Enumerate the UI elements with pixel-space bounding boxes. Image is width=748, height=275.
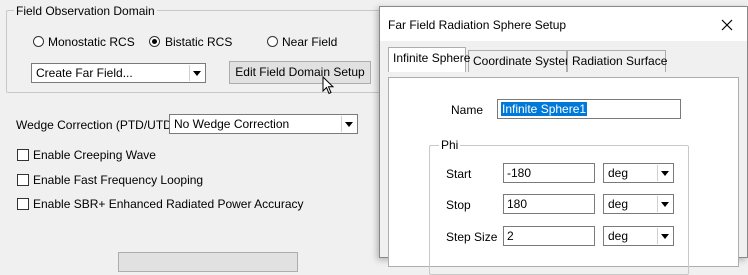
name-label: Name bbox=[451, 103, 484, 117]
dialog-titlebar[interactable]: Far Field Radiation Sphere Setup bbox=[380, 7, 747, 41]
close-icon[interactable] bbox=[721, 19, 733, 31]
fast-frequency-looping-checkbox[interactable] bbox=[17, 174, 29, 186]
stop-input[interactable]: 180 bbox=[503, 194, 595, 214]
step-unit-value: deg bbox=[608, 229, 629, 243]
step-size-label: Step Size bbox=[446, 230, 498, 244]
tab-infinite-sphere[interactable]: Infinite Sphere bbox=[388, 47, 470, 72]
wedge-correction-value: No Wedge Correction bbox=[174, 117, 290, 131]
phi-group-title: Phi bbox=[439, 138, 461, 152]
chevron-down-icon[interactable] bbox=[341, 116, 356, 132]
step-size-input[interactable]: 2 bbox=[503, 226, 595, 246]
create-far-field-combo[interactable]: Create Far Field... bbox=[31, 63, 206, 83]
wedge-correction-label: Wedge Correction (PTD/UTD): bbox=[16, 118, 180, 132]
monostatic-rcs-radio[interactable] bbox=[33, 36, 44, 47]
creeping-wave-label: Enable Creeping Wave bbox=[33, 148, 156, 162]
bottom-partial-button[interactable] bbox=[118, 252, 298, 272]
bistatic-rcs-radio[interactable] bbox=[149, 36, 160, 47]
start-unit-value: deg bbox=[608, 166, 629, 180]
chevron-down-icon[interactable] bbox=[657, 196, 672, 212]
dialog-title: Far Field Radiation Sphere Setup bbox=[388, 18, 567, 32]
start-label: Start bbox=[446, 167, 472, 181]
stop-label: Stop bbox=[446, 198, 471, 212]
create-far-field-value: Create Far Field... bbox=[36, 66, 133, 80]
chevron-down-icon[interactable] bbox=[657, 165, 672, 181]
step-unit-combo[interactable]: deg bbox=[603, 226, 674, 246]
edit-field-domain-setup-button[interactable]: Edit Field Domain Setup bbox=[229, 61, 371, 84]
wedge-correction-combo[interactable]: No Wedge Correction bbox=[169, 114, 358, 134]
stop-value: 180 bbox=[507, 197, 528, 211]
tab-coordinate-system[interactable]: Coordinate System bbox=[468, 50, 575, 72]
name-input[interactable]: Infinite Sphere1 bbox=[497, 99, 681, 119]
fast-frequency-looping-label: Enable Fast Frequency Looping bbox=[33, 173, 204, 187]
name-value: Infinite Sphere1 bbox=[501, 102, 588, 116]
chevron-down-icon[interactable] bbox=[189, 65, 204, 81]
tab-radiation-surface[interactable]: Radiation Surface bbox=[567, 50, 667, 72]
start-unit-combo[interactable]: deg bbox=[603, 163, 674, 183]
field-observation-domain-title: Field Observation Domain bbox=[14, 4, 157, 18]
far-field-setup-dialog: Far Field Radiation Sphere Setup Infinit… bbox=[379, 6, 748, 275]
mouse-cursor-icon bbox=[322, 76, 335, 95]
start-value: -180 bbox=[507, 166, 532, 180]
infinite-sphere-panel: Name Infinite Sphere1 Phi Start -180 deg… bbox=[388, 77, 739, 275]
chevron-down-icon[interactable] bbox=[657, 228, 672, 244]
sbr-enhanced-power-label: Enable SBR+ Enhanced Radiated Power Accu… bbox=[33, 197, 304, 211]
start-input[interactable]: -180 bbox=[503, 163, 595, 183]
near-field-radio[interactable] bbox=[267, 36, 278, 47]
sbr-enhanced-power-checkbox[interactable] bbox=[17, 198, 29, 210]
step-size-value: 2 bbox=[507, 229, 514, 243]
bistatic-rcs-label: Bistatic RCS bbox=[165, 35, 233, 49]
stop-unit-combo[interactable]: deg bbox=[603, 194, 674, 214]
monostatic-rcs-label: Monostatic RCS bbox=[48, 35, 135, 49]
near-field-label: Near Field bbox=[282, 35, 338, 49]
stop-unit-value: deg bbox=[608, 197, 629, 211]
creeping-wave-checkbox[interactable] bbox=[17, 149, 29, 161]
